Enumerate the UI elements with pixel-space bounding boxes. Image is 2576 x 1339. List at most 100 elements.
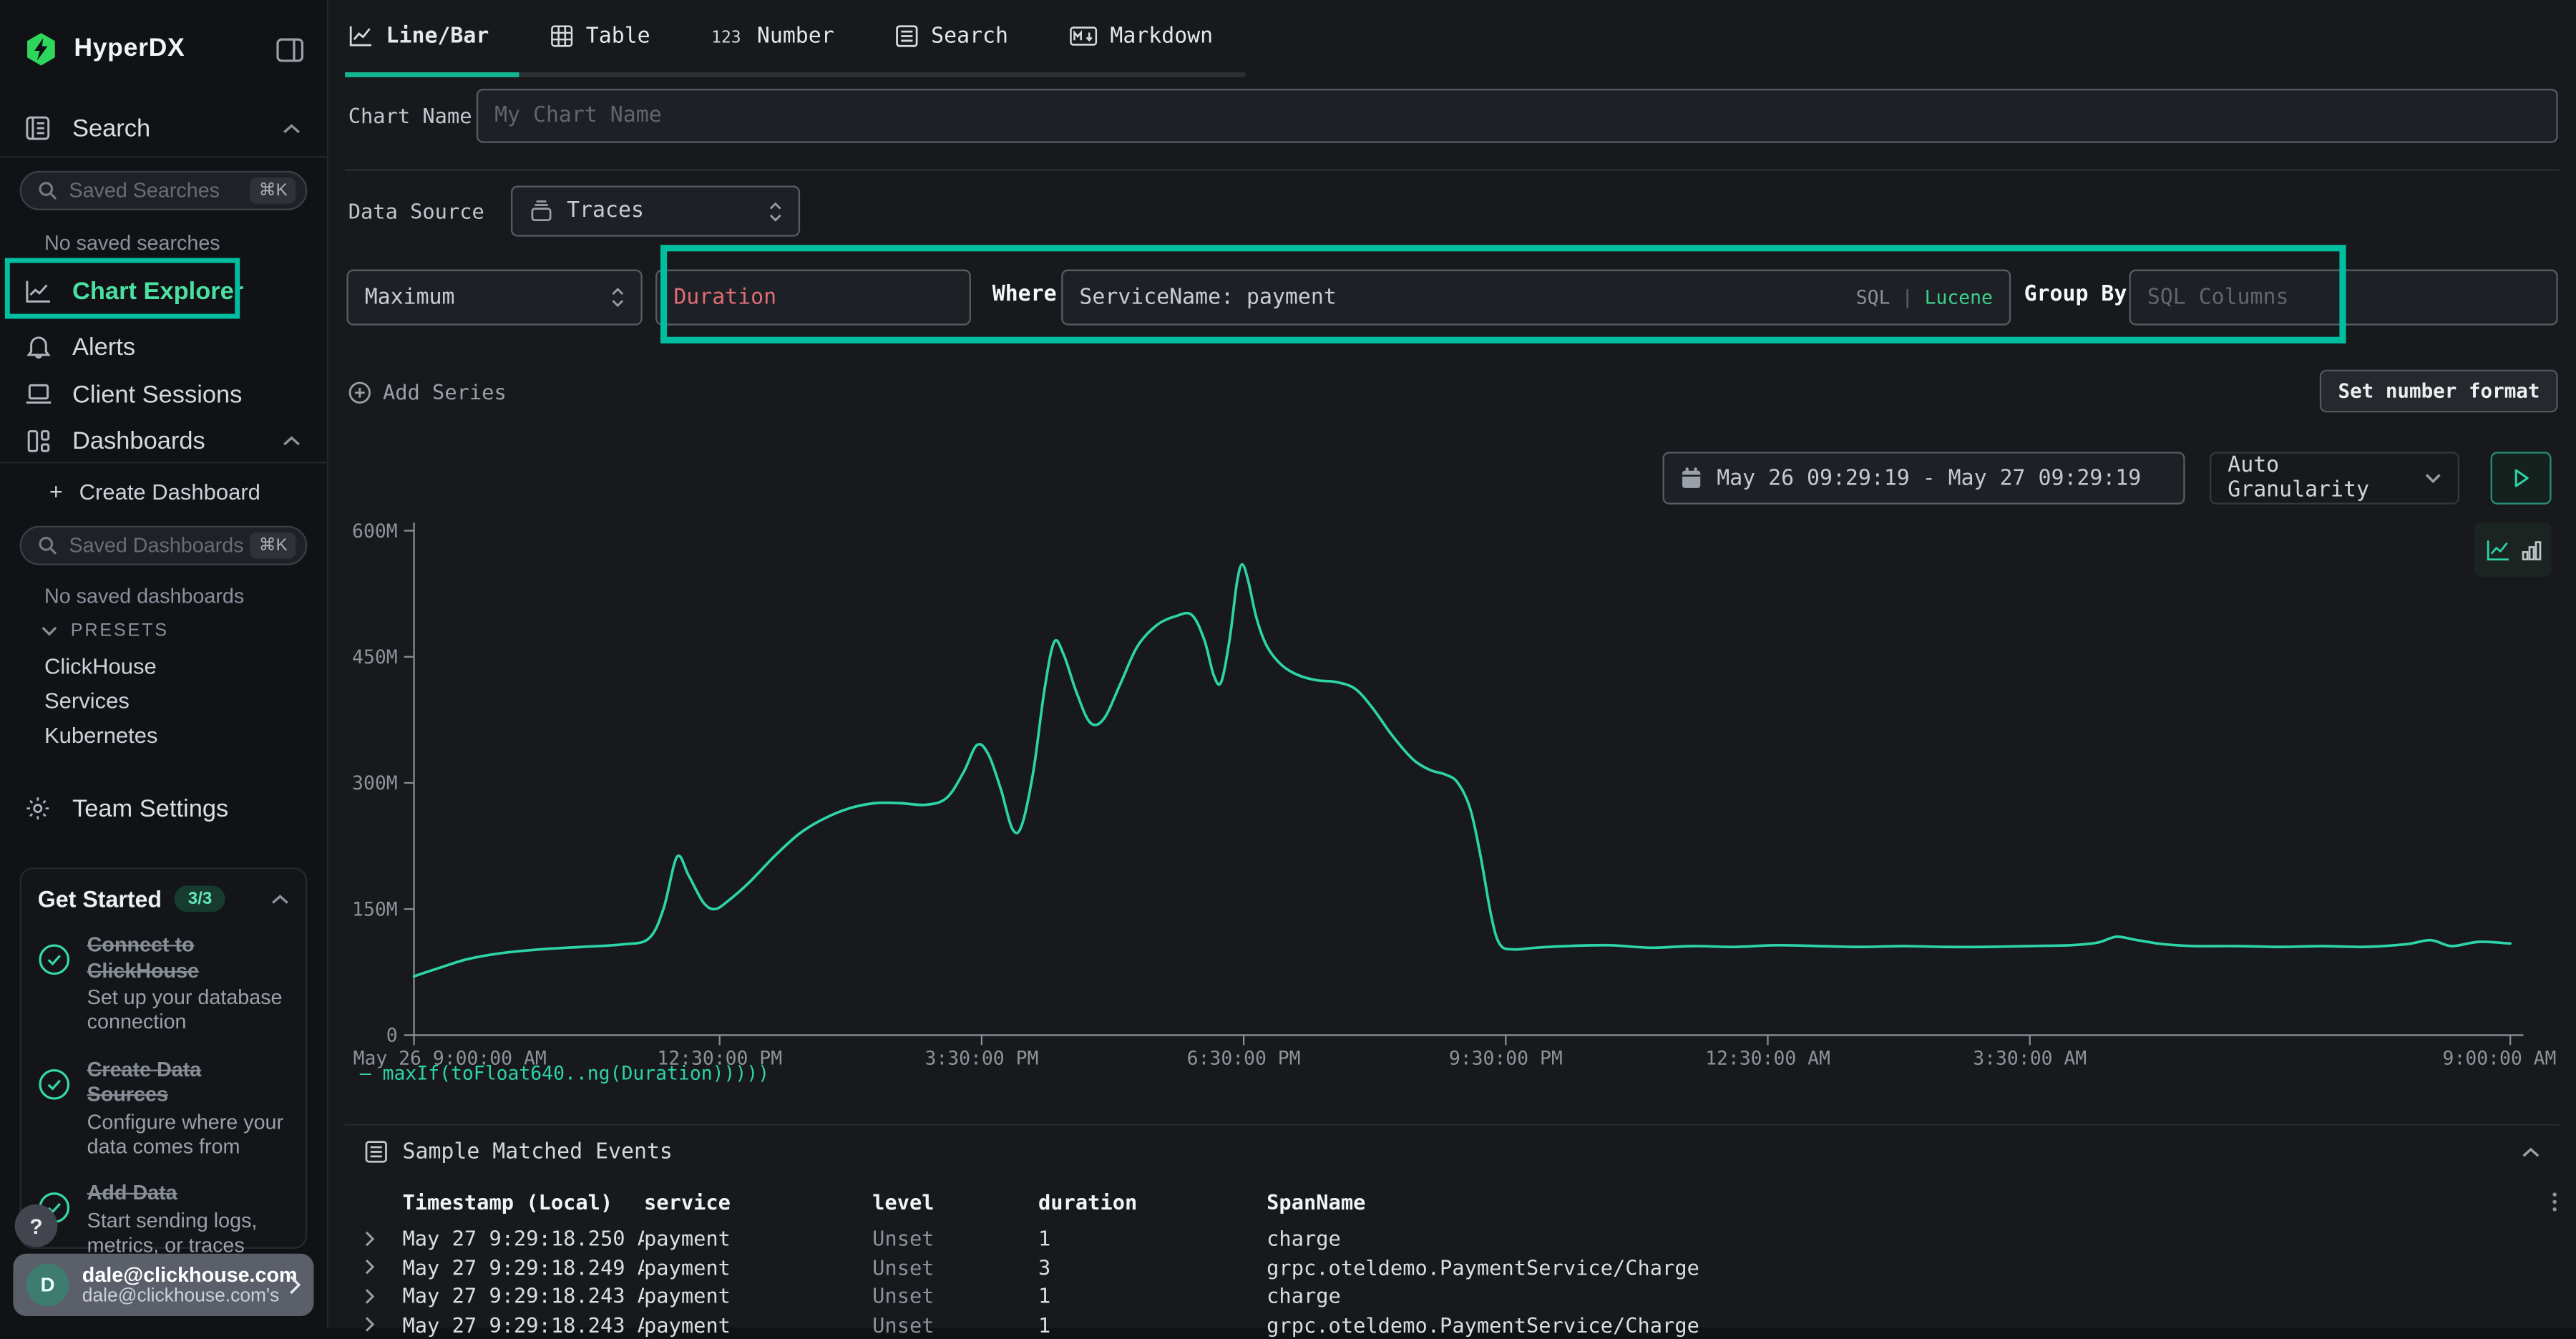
date-range-input[interactable]: May 26 09:29:19 - May 27 09:29:19 [1662,452,2185,504]
saved-searches-input[interactable]: Saved Searches ⌘K [20,171,308,210]
row-expand-icon[interactable] [365,1259,403,1275]
sidebar-item-dashboards[interactable]: Dashboards [0,417,327,463]
sql-option[interactable]: SQL [1856,286,1890,308]
tab-active-indicator [345,72,519,77]
cell-duration: 3 [1038,1255,1267,1280]
divider [345,169,2560,170]
column-header-level[interactable]: level [872,1189,1038,1213]
help-button[interactable]: ? [15,1204,58,1247]
column-header-duration[interactable]: duration [1038,1189,1267,1213]
cell-duration: 1 [1038,1226,1267,1250]
cell-timestamplocal: May 27 9:29:18.243 AM [403,1313,645,1337]
where-input[interactable]: ServiceName: payment SQL | Lucene [1061,270,2011,326]
preset-link-clickhouse[interactable]: ClickHouse [44,654,157,678]
row-expand-icon[interactable] [365,1287,403,1304]
get-started-item-desc: Set up your database connection [87,986,288,1036]
cell-level: Unset [872,1313,1038,1337]
chevron-down-icon [41,626,57,636]
group-by-input[interactable]: SQL Columns [2129,270,2558,326]
presets-toggle[interactable]: PRESETS [41,621,169,641]
get-started-item[interactable]: Connect to ClickHouseSet up your databas… [38,933,289,1036]
get-started-item-texts: Connect to ClickHouseSet up your databas… [87,933,288,1036]
legend-swatch: — [360,1061,383,1084]
field-value: Duration [673,285,776,309]
preset-link-services[interactable]: Services [44,688,130,713]
tab-search[interactable]: Search [895,24,1008,48]
set-number-format-button[interactable]: Set number format [2320,370,2558,413]
tab-label: Search [931,24,1008,48]
tab-linebar[interactable]: Line/Bar [348,24,489,48]
sidebar-item-client-sessions[interactable]: Client Sessions [0,371,327,417]
get-started-item-title: Create Data Sources [87,1057,288,1108]
tab-label: Line/Bar [386,24,489,48]
chart-legend[interactable]: — maxIf(toFloat640..ng(Duration))))) [360,1061,769,1084]
preset-link-kubernetes[interactable]: Kubernetes [44,723,158,747]
get-started-item[interactable]: Add DataStart sending logs, metrics, or … [38,1182,289,1259]
sidebar-collapse-icon[interactable] [276,37,304,62]
cell-spanname: grpc.oteldemo.PaymentService/Charge [1267,1255,2518,1280]
sidebar-item-chart-explorer[interactable]: Chart Explorer [0,266,327,316]
sidebar-item-search[interactable]: Search [0,102,327,154]
sidebar-item-label: Client Sessions [72,381,242,409]
date-range-value: May 26 09:29:19 - May 27 09:29:19 [1717,466,2141,490]
toggle-separator: | [1902,286,1913,308]
table-row[interactable]: May 27 9:29:18.243 AMpaymentUnset1charge [365,1282,2558,1310]
get-started-item-title: Add Data [87,1182,288,1207]
hyperdx-logo-icon [23,31,59,68]
chart-line-series [414,565,2511,977]
presets-label: PRESETS [71,621,169,641]
avatar: D [26,1264,69,1307]
chevron-up-icon[interactable] [271,893,289,905]
cell-spanname: grpc.oteldemo.PaymentService/Charge [1267,1313,2518,1337]
help-label: ? [29,1214,42,1238]
table-row[interactable]: May 27 9:29:18.249 AMpaymentUnset3grpc.o… [365,1253,2558,1282]
tab-table[interactable]: Table [550,24,650,48]
table-row[interactable]: May 27 9:29:18.243 AMpaymentUnset1grpc.o… [365,1310,2558,1339]
user-org: dale@clickhouse.com's [82,1287,289,1307]
sample-events-title: Sample Matched Events [403,1139,673,1164]
tab-markdown[interactable]: Markdown [1069,24,1213,48]
user-card[interactable]: D dale@clickhouse.com dale@clickhouse.co… [13,1254,313,1316]
x-tick-label: 3:30:00 AM [1973,1048,2087,1068]
x-tick-label: 9:00:00 AM [2443,1048,2557,1068]
granularity-select[interactable]: Auto Granularity [2210,452,2459,504]
logo-row: HyperDX [23,26,304,72]
chart-name-input[interactable]: My Chart Name [477,89,2558,143]
row-expand-icon[interactable] [365,1230,403,1247]
saved-dashboards-input[interactable]: Saved Dashboards ⌘K [20,526,308,565]
data-source-select[interactable]: Traces [511,185,800,236]
line-chart[interactable]: 0150M300M450M600MMay 26 9:00:00 AM12:30:… [345,520,2560,1068]
database-icon [529,199,553,223]
series-row: Maximum Duration Where ServiceName: paym… [328,270,2558,326]
sidebar-item-team-settings[interactable]: Team Settings [0,789,327,828]
collapse-section-icon[interactable] [2522,1146,2540,1157]
cell-level: Unset [872,1255,1038,1280]
tab-number[interactable]: 123Number [711,24,834,48]
column-header-service[interactable]: service [644,1189,872,1213]
cell-service: payment [644,1255,872,1280]
table-row[interactable]: May 27 9:29:18.250 AMpaymentUnset1charge [365,1224,2558,1252]
field-input[interactable]: Duration [655,270,971,326]
events-table: Timestamp (Local)serviceleveldurationSpa… [365,1187,2558,1339]
sidebar-item-label: Chart Explorer [72,277,243,305]
calendar-icon [1681,467,1702,490]
run-query-button[interactable] [2491,452,2552,504]
chevron-right-icon [289,1275,301,1295]
sidebar-item-alerts[interactable]: Alerts [0,323,327,369]
column-header-spanname[interactable]: SpanName [1267,1189,2518,1213]
create-dashboard-button[interactable]: + Create Dashboard [0,475,327,508]
aggregation-select[interactable]: Maximum [346,270,642,326]
get-started-item[interactable]: Create Data SourcesConfigure where your … [38,1057,289,1159]
column-options-icon[interactable] [2519,1190,2558,1212]
laptop-icon [23,383,52,406]
shortcut-badge: ⌘K [250,532,296,559]
add-series-button[interactable]: Add Series [348,379,507,404]
time-controls-row: May 26 09:29:19 - May 27 09:29:19 Auto G… [328,452,2576,504]
query-language-toggle[interactable]: SQL | Lucene [1856,286,1993,308]
lucene-option[interactable]: Lucene [1925,286,1993,308]
column-header-timestamplocal[interactable]: Timestamp (Local) [403,1189,645,1213]
row-expand-icon[interactable] [365,1317,403,1333]
dashboards-grid-icon [23,428,52,452]
tab-label: Number [757,24,834,48]
markdown-icon [1069,26,1097,47]
